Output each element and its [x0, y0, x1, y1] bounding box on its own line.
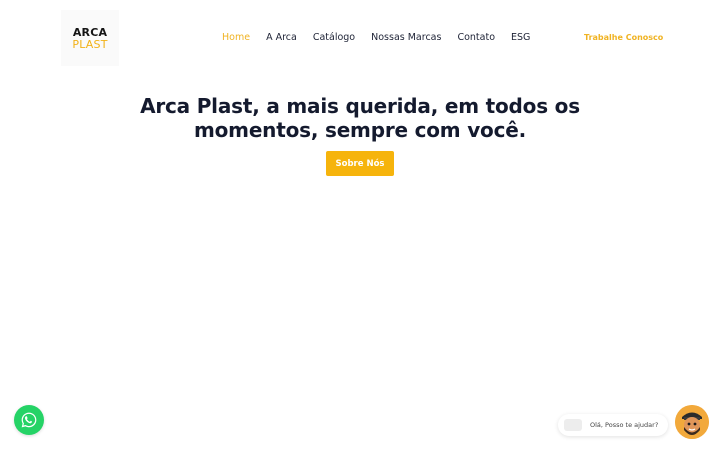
logo-word-plast: PLAST: [72, 37, 108, 51]
assistant-avatar-icon: [675, 405, 709, 439]
hero-title: Arca Plast, a mais querida, em todos os …: [120, 94, 600, 142]
chat-message: Olá, Posso te ajudar?: [590, 421, 659, 429]
hero-title-line-1: Arca Plast, a mais querida, em todos os: [140, 94, 580, 118]
hero-title-line-2: momentos, sempre com você.: [194, 118, 526, 142]
nav-item-esg[interactable]: ESG: [511, 32, 530, 43]
trabalhe-conosco-link[interactable]: Trabalhe Conosco: [584, 33, 663, 42]
page: ARCA PLAST Home A Arca Catálogo Nossas M…: [0, 0, 720, 450]
brand-logo[interactable]: ARCA PLAST: [61, 10, 119, 66]
assistant-avatar[interactable]: [675, 405, 709, 439]
sobre-nos-button[interactable]: Sobre Nós: [326, 151, 394, 176]
nav-item-a-arca[interactable]: A Arca: [266, 32, 297, 43]
main-nav: Home A Arca Catálogo Nossas Marcas Conta…: [222, 32, 530, 43]
nav-item-contato[interactable]: Contato: [457, 32, 495, 43]
logo-word-arca: ARCA: [72, 25, 108, 39]
nav-item-home[interactable]: Home: [222, 32, 250, 43]
whatsapp-button[interactable]: [14, 405, 44, 435]
chat-toggle-pill: [564, 419, 582, 431]
nav-item-nossas-marcas[interactable]: Nossas Marcas: [371, 32, 441, 43]
chat-bubble[interactable]: Olá, Posso te ajudar?: [558, 414, 668, 436]
whatsapp-icon: [21, 412, 37, 428]
nav-item-catalogo[interactable]: Catálogo: [313, 32, 355, 43]
